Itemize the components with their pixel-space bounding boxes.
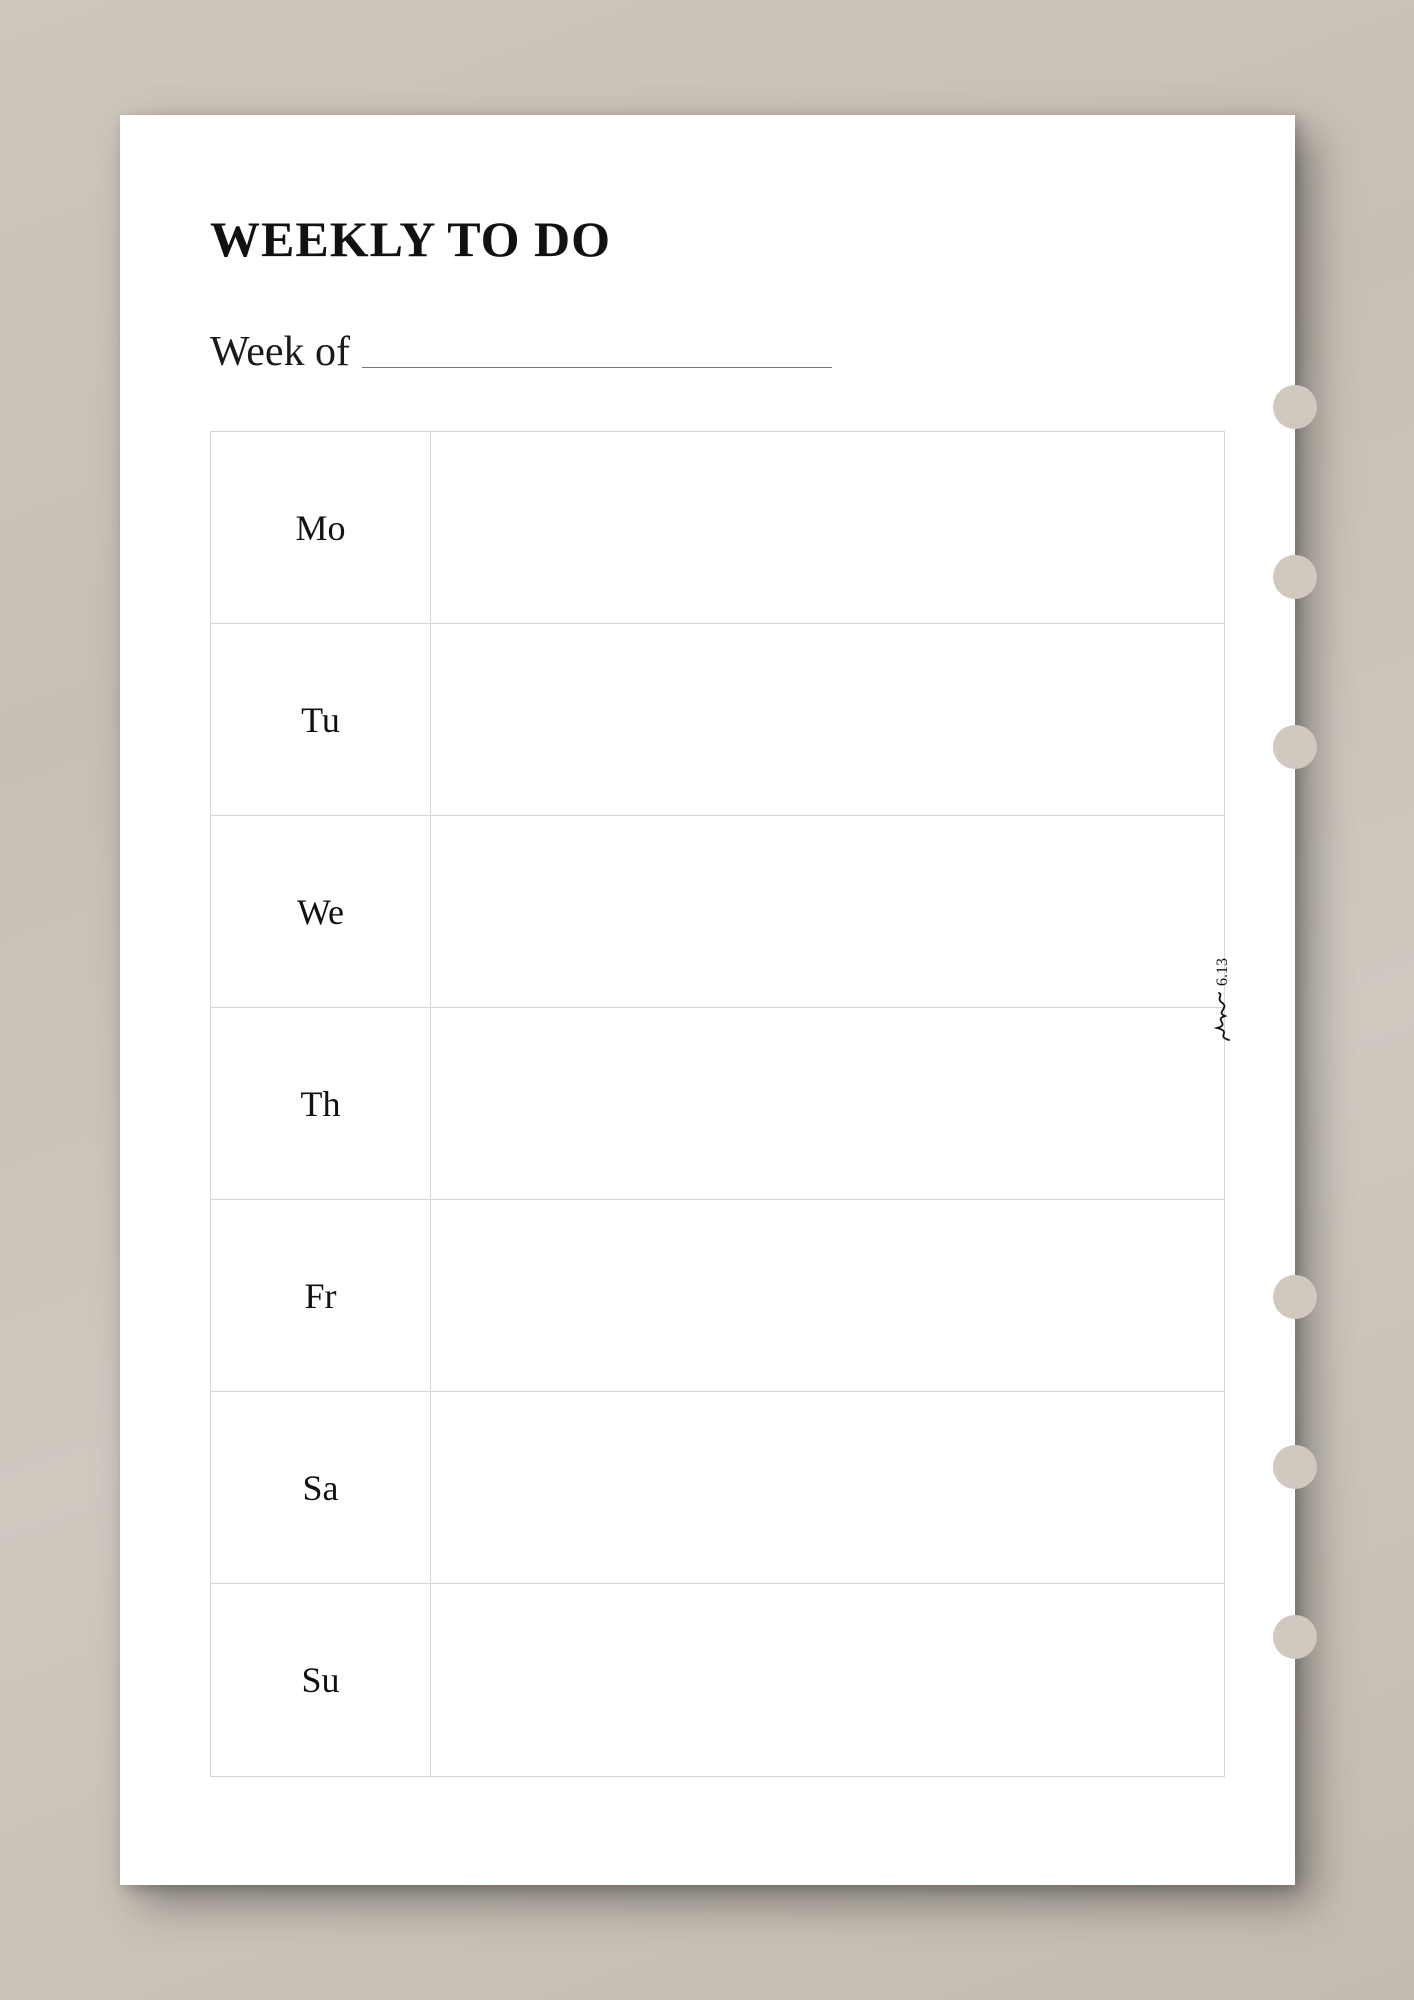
day-label: Sa <box>303 1467 339 1509</box>
day-label: Su <box>301 1659 339 1701</box>
day-label: Tu <box>301 699 340 741</box>
todo-area-tu[interactable] <box>431 624 1224 815</box>
day-cell-mo: Mo <box>211 432 431 623</box>
week-of-label: Week of <box>210 328 350 376</box>
binder-hole-icon <box>1273 725 1317 769</box>
todo-area-su[interactable] <box>431 1584 1224 1776</box>
day-label: Fr <box>304 1275 336 1317</box>
side-mark: 6.13 <box>1211 958 1235 1042</box>
day-cell-su: Su <box>211 1584 431 1776</box>
binder-hole-icon <box>1273 555 1317 599</box>
table-row: Fr <box>211 1200 1224 1392</box>
todo-area-mo[interactable] <box>431 432 1224 623</box>
day-label: We <box>297 891 344 933</box>
table-row: Sa <box>211 1392 1224 1584</box>
table-row: Tu <box>211 624 1224 816</box>
page-title: WEEKLY TO DO <box>210 210 1225 268</box>
side-mark-number: 6.13 <box>1214 958 1232 986</box>
day-cell-fr: Fr <box>211 1200 431 1391</box>
binder-hole-icon <box>1273 1275 1317 1319</box>
binder-hole-icon <box>1273 1445 1317 1489</box>
day-label: Th <box>301 1083 341 1125</box>
todo-area-th[interactable] <box>431 1008 1224 1199</box>
todo-area-we[interactable] <box>431 816 1224 1007</box>
todo-area-fr[interactable] <box>431 1200 1224 1391</box>
signature-icon <box>1211 992 1235 1042</box>
week-of-row: Week of <box>210 328 1225 376</box>
todo-area-sa[interactable] <box>431 1392 1224 1583</box>
day-label: Mo <box>295 507 345 549</box>
day-cell-th: Th <box>211 1008 431 1199</box>
binder-hole-icon <box>1273 385 1317 429</box>
table-row: We <box>211 816 1224 1008</box>
table-row: Su <box>211 1584 1224 1776</box>
day-cell-tu: Tu <box>211 624 431 815</box>
binder-holes <box>1273 115 1317 1885</box>
table-row: Th <box>211 1008 1224 1200</box>
day-cell-sa: Sa <box>211 1392 431 1583</box>
week-of-input-line[interactable] <box>362 367 832 368</box>
binder-hole-icon <box>1273 1615 1317 1659</box>
day-cell-we: We <box>211 816 431 1007</box>
planner-page: WEEKLY TO DO Week of Mo Tu We Th <box>120 115 1295 1885</box>
table-row: Mo <box>211 432 1224 624</box>
weekly-grid: Mo Tu We Th Fr <box>210 431 1225 1777</box>
